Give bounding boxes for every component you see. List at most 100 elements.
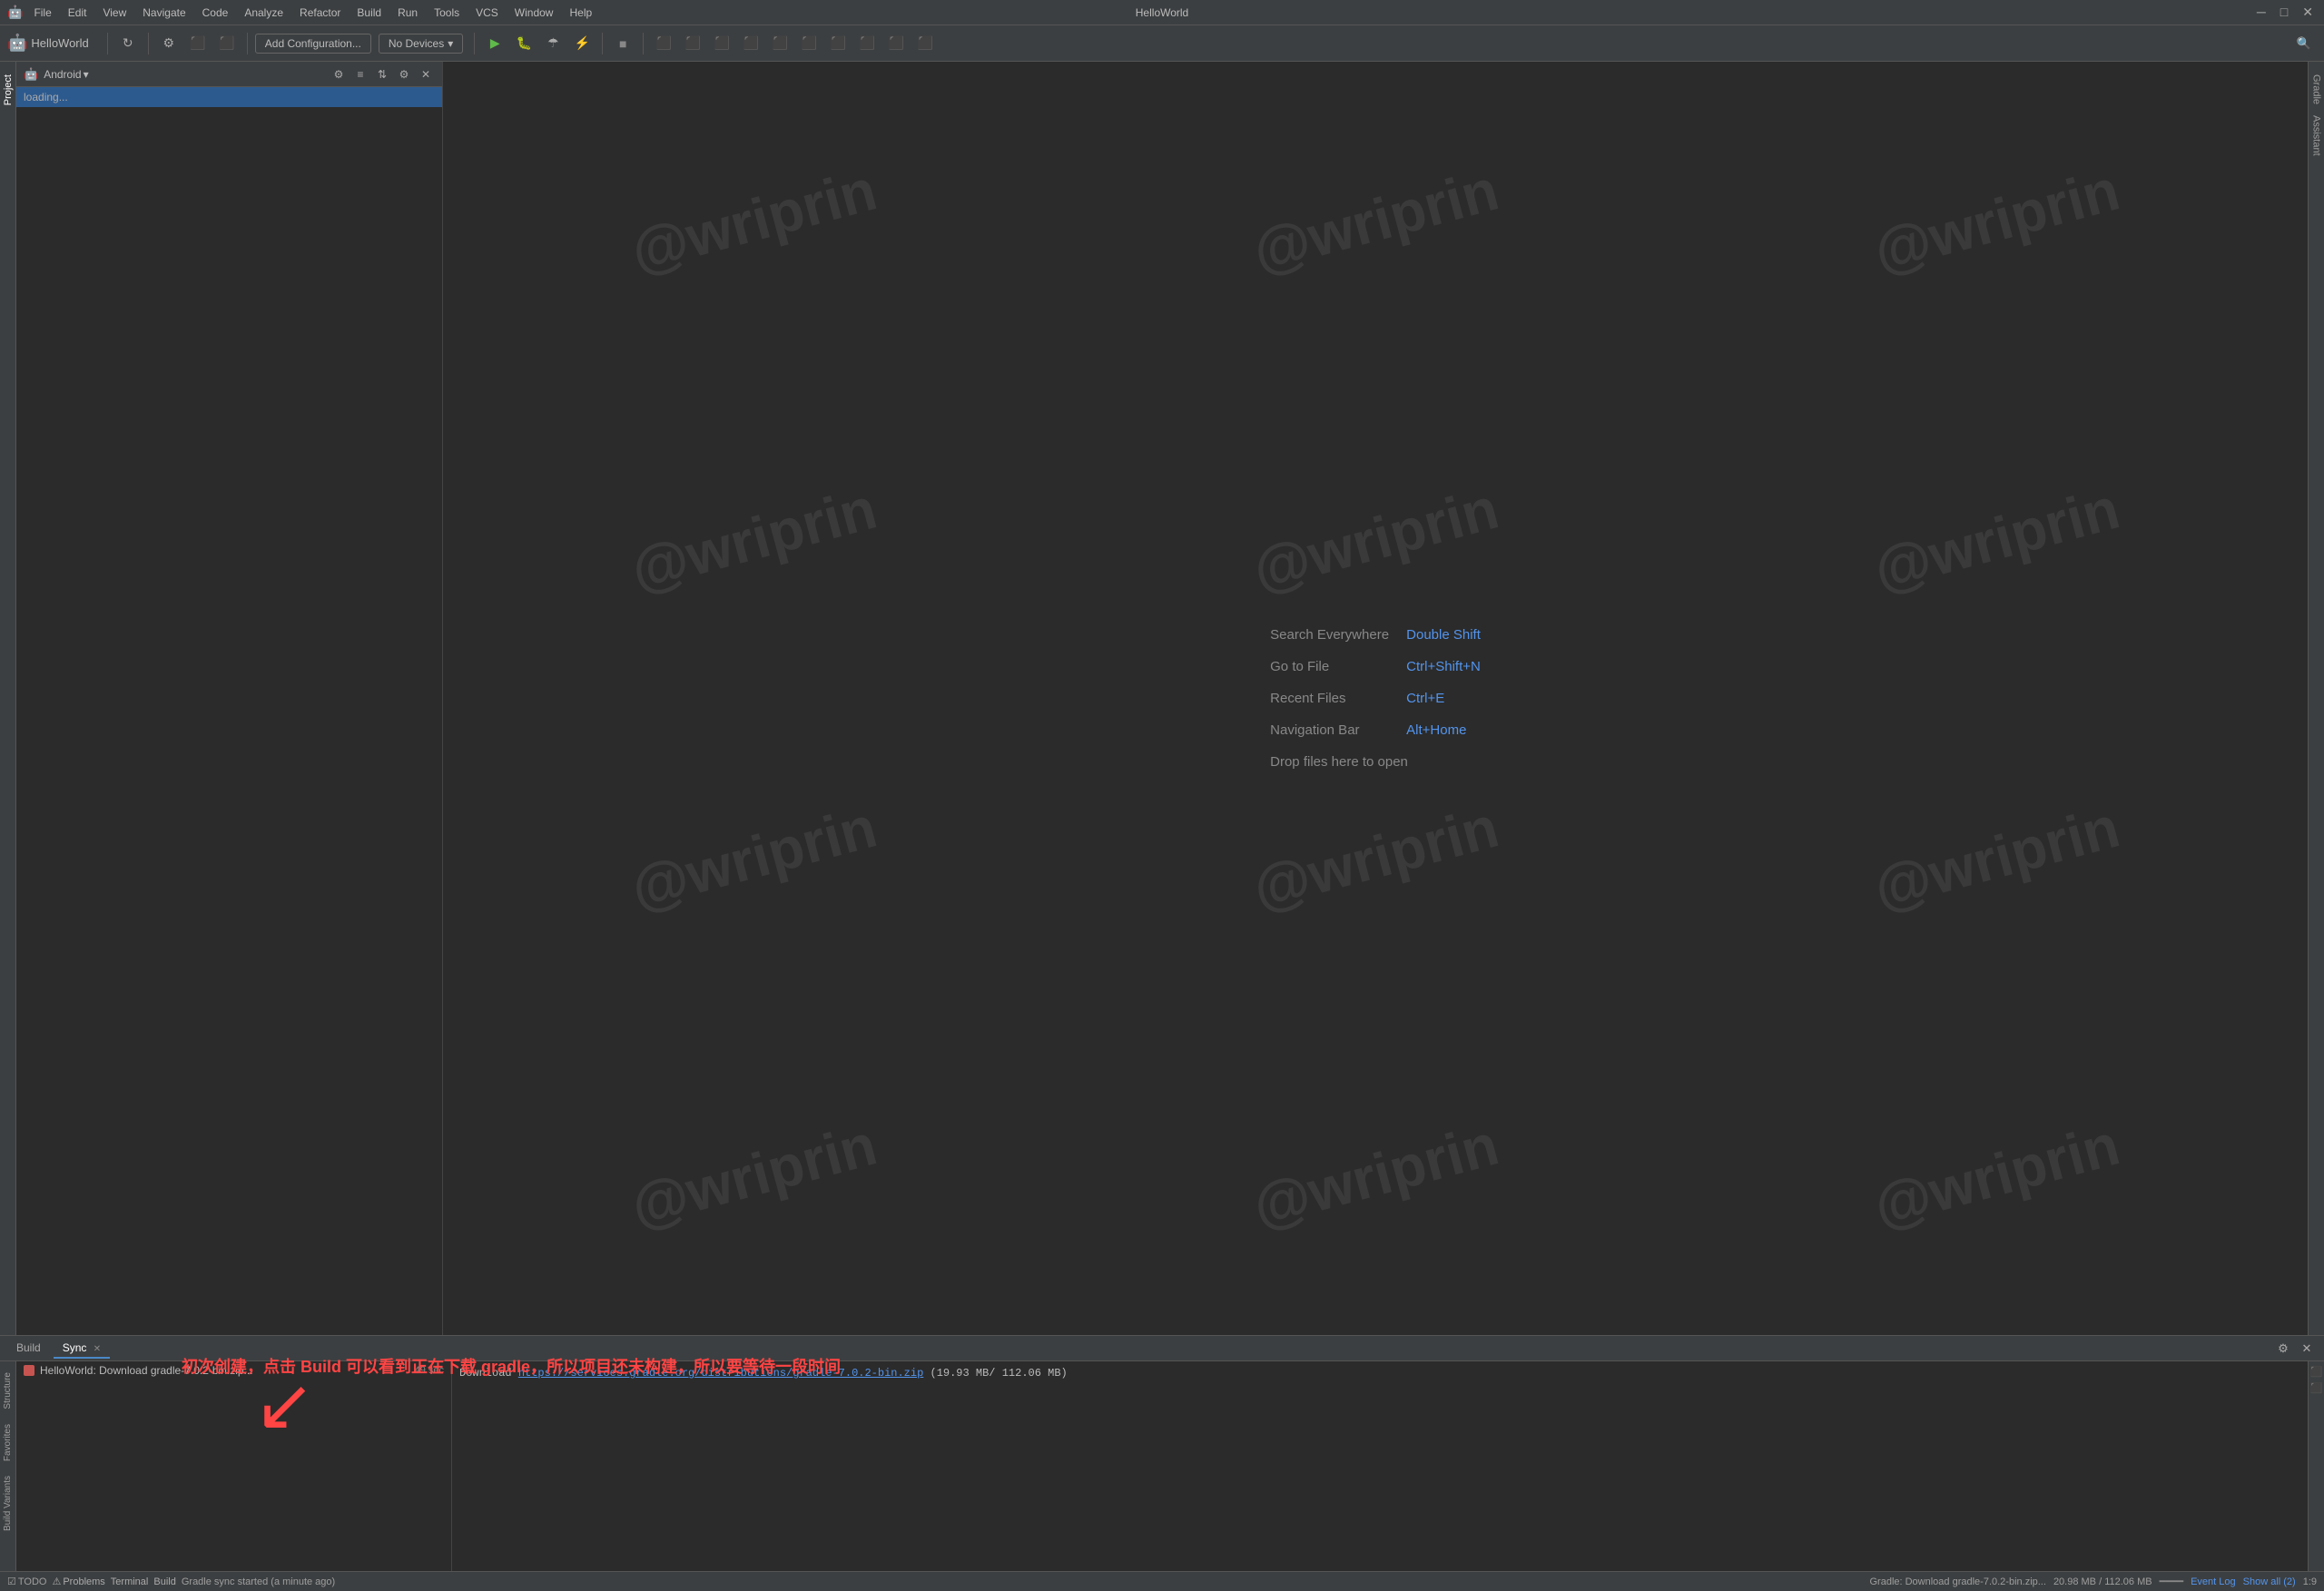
project-gear-icon[interactable]: ⚙ xyxy=(395,65,413,83)
maximize-button[interactable]: □ xyxy=(2277,5,2291,20)
hint-search-everywhere: Search Everywhere Double Shift xyxy=(1270,627,1481,643)
bottom-build-variants-tab[interactable]: Build Variants xyxy=(1,1472,15,1535)
toolbar-btn-3[interactable]: ⬛ xyxy=(214,31,240,56)
build-row-item[interactable]: HelloWorld: Download gradle-7.0.2-bin.zi… xyxy=(16,1361,451,1380)
hint-navigation-bar: Navigation Bar Alt+Home xyxy=(1270,722,1481,738)
loading-text: loading... xyxy=(24,91,68,103)
gradle-download-progress: 20.98 MB / 112.06 MB xyxy=(2053,1576,2152,1587)
menu-window[interactable]: Window xyxy=(507,5,561,21)
hint-shortcut-search: Double Shift xyxy=(1406,627,1481,643)
menu-refactor[interactable]: Refactor xyxy=(292,5,348,21)
hint-label-recent: Recent Files xyxy=(1270,691,1397,706)
project-settings-icon[interactable]: ⚙ xyxy=(330,65,348,83)
menu-tools[interactable]: Tools xyxy=(427,5,467,21)
hint-label-nav: Navigation Bar xyxy=(1270,722,1397,738)
build-right-btn-2[interactable]: ⬛ xyxy=(2310,1381,2323,1394)
editor-area: @wriprin @wriprin @wriprin @wriprin @wri… xyxy=(443,62,2308,1335)
menu-view[interactable]: View xyxy=(95,5,133,21)
bottom-settings-icon[interactable]: ⚙ xyxy=(2273,1339,2293,1359)
toolbar-btn-extra-8[interactable]: ⬛ xyxy=(854,31,880,56)
event-log-button[interactable]: Event Log xyxy=(2191,1576,2236,1587)
bottom-area: 初次创建，点击 Build 可以看到正在下载 gradle，所以项目还未构建，所… xyxy=(0,1335,2324,1571)
run-button[interactable]: ▶ xyxy=(482,31,507,56)
toolbar-btn-2[interactable]: ⬛ xyxy=(185,31,211,56)
menu-help[interactable]: Help xyxy=(562,5,599,21)
close-button[interactable]: ✕ xyxy=(2299,5,2317,20)
toolbar-app-icon: 🤖 xyxy=(7,34,27,53)
sidebar-tab-assistant[interactable]: Assistant xyxy=(2309,110,2324,162)
wm-9: @wriprin xyxy=(1656,624,2308,1092)
toolbar-btn-extra-10[interactable]: ⬛ xyxy=(912,31,938,56)
toolbar-btn-extra-6[interactable]: ⬛ xyxy=(796,31,822,56)
debug-button[interactable]: 🐛 xyxy=(511,31,537,56)
toolbar-btn-extra-4[interactable]: ⬛ xyxy=(738,31,763,56)
minimize-button[interactable]: ─ xyxy=(2253,5,2270,20)
project-sort-icon[interactable]: ⇅ xyxy=(373,65,391,83)
problems-label: Problems xyxy=(63,1576,104,1587)
menu-code[interactable]: Code xyxy=(195,5,236,21)
show-all-button[interactable]: Show all (2) xyxy=(2243,1576,2296,1587)
wm-7: @wriprin xyxy=(443,624,1095,1092)
problems-button[interactable]: ⚠ Problems xyxy=(52,1576,104,1587)
sidebar-tab-gradle[interactable]: Gradle xyxy=(2309,69,2324,110)
build-output-size: (19.93 MB/ 112.06 MB) xyxy=(923,1367,1067,1380)
build-right-sidebar: ⬛ ⬛ xyxy=(2308,1361,2324,1571)
build-right-btn-1[interactable]: ⬛ xyxy=(2310,1365,2323,1378)
hint-shortcut-goto: Ctrl+Shift+N xyxy=(1406,659,1481,674)
toolbar-separator-5 xyxy=(602,33,603,54)
tab-sync-label: Sync xyxy=(63,1341,87,1354)
problems-icon: ⚠ xyxy=(52,1576,61,1587)
toolbar-btn-1[interactable]: ⚙ xyxy=(156,31,182,56)
hint-drop-files: Drop files here to open xyxy=(1270,754,1481,770)
build-output-link[interactable]: https://services.gradle.org/distribution… xyxy=(518,1367,923,1380)
wm-4: @wriprin xyxy=(443,305,1095,773)
todo-label: TODO xyxy=(18,1576,47,1587)
menu-run[interactable]: Run xyxy=(390,5,425,21)
build-output-panel: Download https://services.gradle.org/dis… xyxy=(452,1361,2308,1571)
todo-button[interactable]: ☑ TODO xyxy=(7,1576,46,1587)
menu-navigate[interactable]: Navigate xyxy=(135,5,192,21)
tab-sync-close-icon[interactable]: ✕ xyxy=(94,1344,101,1354)
wm-12: @wriprin xyxy=(1656,942,2308,1335)
menu-build[interactable]: Build xyxy=(350,5,389,21)
project-panel-actions: ⚙ ≡ ⇅ ⚙ ✕ xyxy=(330,65,435,83)
main-toolbar: 🤖 HelloWorld ↻ ⚙ ⬛ ⬛ Add Configuration..… xyxy=(0,25,2324,62)
tab-build[interactable]: Build xyxy=(7,1339,50,1359)
coverage-button[interactable]: ☂ xyxy=(540,31,566,56)
tab-sync[interactable]: Sync ✕ xyxy=(54,1339,110,1359)
stop-button[interactable]: ■ xyxy=(610,31,635,56)
toolbar-sync-btn[interactable]: ↻ xyxy=(115,31,141,56)
toolbar-btn-extra-1[interactable]: ⬛ xyxy=(651,31,676,56)
search-everywhere-button[interactable]: 🔍 xyxy=(2291,31,2317,56)
sidebar-tab-project[interactable]: Project xyxy=(1,69,15,111)
toolbar-btn-extra-9[interactable]: ⬛ xyxy=(883,31,909,56)
gradle-sync-text: Gradle sync started (a minute ago) xyxy=(182,1576,335,1587)
project-view-dropdown[interactable]: Android ▾ xyxy=(44,68,88,81)
project-list-icon[interactable]: ≡ xyxy=(351,65,369,83)
bottom-structure-tab[interactable]: Structure xyxy=(1,1369,15,1413)
hint-label-drop: Drop files here to open xyxy=(1270,754,1408,770)
profile-button[interactable]: ⚡ xyxy=(569,31,595,56)
menu-edit[interactable]: Edit xyxy=(61,5,94,21)
toolbar-btn-extra-7[interactable]: ⬛ xyxy=(825,31,851,56)
build-panel-left: HelloWorld: Download gradle-7.0.2-bin.zi… xyxy=(16,1361,452,1571)
menu-vcs[interactable]: VCS xyxy=(468,5,506,21)
toolbar-separator-6 xyxy=(643,33,644,54)
build-row-time: 49 sec xyxy=(415,1365,444,1376)
bottom-close-icon[interactable]: ✕ xyxy=(2297,1339,2317,1359)
no-devices-button[interactable]: No Devices ▾ xyxy=(379,34,463,54)
menu-file[interactable]: File xyxy=(26,5,58,21)
bottom-favorites-tab[interactable]: Favorites xyxy=(1,1420,15,1465)
window-controls: ─ □ ✕ xyxy=(2253,5,2317,20)
status-right: Gradle: Download gradle-7.0.2-bin.zip...… xyxy=(1869,1576,2317,1587)
status-bar: ☑ TODO ⚠ Problems Terminal Build Gradle … xyxy=(0,1571,2324,1591)
project-close-icon[interactable]: ✕ xyxy=(417,65,435,83)
toolbar-btn-extra-3[interactable]: ⬛ xyxy=(709,31,734,56)
build-status-button[interactable]: Build xyxy=(153,1576,175,1587)
menu-analyze[interactable]: Analyze xyxy=(237,5,290,21)
gradle-download-status: Gradle: Download gradle-7.0.2-bin.zip... xyxy=(1869,1576,2045,1587)
terminal-button[interactable]: Terminal xyxy=(111,1576,149,1587)
add-configuration-button[interactable]: Add Configuration... xyxy=(255,34,371,54)
toolbar-btn-extra-2[interactable]: ⬛ xyxy=(680,31,705,56)
toolbar-btn-extra-5[interactable]: ⬛ xyxy=(767,31,793,56)
